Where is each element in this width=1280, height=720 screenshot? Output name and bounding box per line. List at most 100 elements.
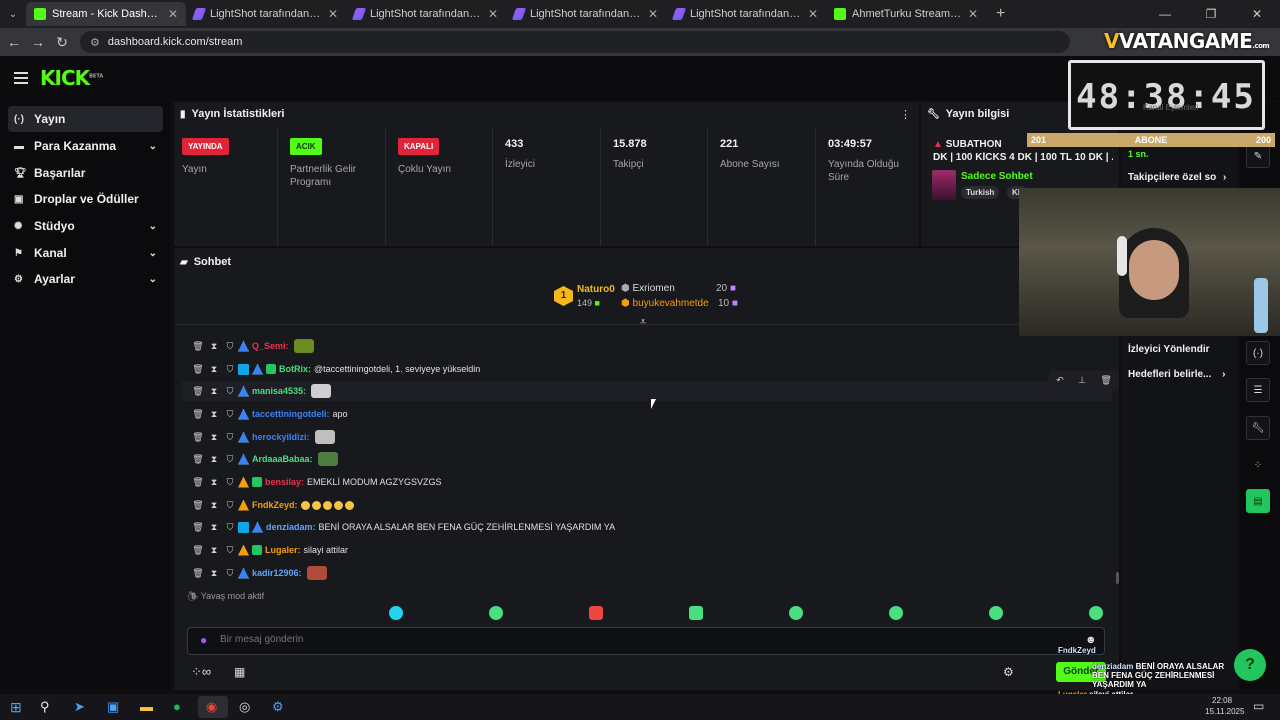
chat-message-row[interactable]: 🗑︎ ⧗ ⛉ denziadam: BENİ ORAYA ALSALAR BEN FEN…	[190, 517, 615, 537]
folder-icon[interactable]: ▬	[140, 699, 153, 714]
timeout-icon[interactable]: ⧗	[206, 454, 222, 465]
reload-icon[interactable]: ↻	[50, 34, 74, 51]
chat-message-row[interactable]: 🗑︎ ⧗ ⛉ ArdaaaBabaa:	[190, 449, 338, 469]
layout-icon[interactable]: ☰	[1246, 378, 1270, 402]
chat-scrollbar[interactable]	[1116, 572, 1119, 584]
store-icon[interactable]: ▦	[234, 665, 245, 679]
ban-icon[interactable]: ⛉	[222, 386, 238, 397]
delete-message-icon[interactable]: 🗑︎	[190, 454, 206, 465]
timeout-icon[interactable]: ⧗	[206, 364, 222, 375]
sidebar-item-kanal[interactable]: ⚑ Kanal ⌄	[8, 240, 163, 266]
forward-icon[interactable]: →	[26, 34, 50, 50]
viewer-redirect-action[interactable]: İzleyici Yönlendir	[1128, 344, 1210, 355]
emote-icon[interactable]	[689, 606, 703, 620]
timeout-icon[interactable]: ⧗	[206, 432, 222, 443]
tab-lightshot-2[interactable]: LightShot tarafından Ekran Gör✕	[346, 2, 506, 26]
delete-message-icon[interactable]: 🗑︎	[190, 386, 206, 397]
ban-icon[interactable]: ⛉	[222, 522, 238, 533]
chat-input[interactable]	[220, 634, 1020, 645]
delete-message-icon[interactable]: 🗑︎	[190, 477, 206, 488]
sidebar-item-ayarlar[interactable]: ⚙ Ayarlar ⌄	[8, 266, 163, 292]
obs-icon[interactable]: ◎	[239, 699, 250, 715]
site-info-icon[interactable]: ⚙	[90, 36, 100, 49]
menu-icon[interactable]	[14, 72, 28, 87]
close-icon[interactable]: ✕	[488, 7, 498, 21]
telegram-icon[interactable]: ➤	[74, 699, 85, 715]
chat-message-row[interactable]: 🗑︎ ⧗ ⛉ bensilay: EMEKLİ MODUM AGZYGSVZGS	[190, 472, 442, 492]
infinity-icon[interactable]: ⁘∞	[191, 664, 211, 680]
windows-start-icon[interactable]: ⊞	[10, 699, 22, 716]
set-goals-action[interactable]: Hedefleri belirle... ›	[1128, 369, 1226, 380]
delete-message-icon[interactable]: 🗑︎	[190, 432, 206, 443]
tool-icon[interactable]: 🔧︎	[1246, 416, 1270, 440]
expand-leaderboard-icon[interactable]: ⩡	[640, 316, 646, 329]
chat-username[interactable]: Q_Semi:	[252, 341, 289, 351]
sidebar-item-yayin[interactable]: (·) Yayın	[8, 106, 163, 132]
close-icon[interactable]: ✕	[328, 7, 338, 21]
tab-search-icon[interactable]: ⌄	[0, 3, 26, 25]
ban-icon[interactable]: ⛉	[222, 432, 238, 443]
tab-kick-dashboard[interactable]: Stream - Kick Dashboard✕	[26, 2, 186, 26]
ban-icon[interactable]: ⛉	[222, 409, 238, 420]
sidebar-item-para-kazanma[interactable]: ▬ Para Kazanma ⌄	[8, 133, 163, 159]
ban-icon[interactable]: ⛉	[222, 477, 238, 488]
emote-icon[interactable]	[889, 606, 903, 620]
chat-username[interactable]: bensilay:	[265, 477, 304, 487]
dots-icon[interactable]: ⁘	[1246, 453, 1270, 477]
new-tab-button[interactable]: +	[996, 5, 1005, 23]
emote-icon[interactable]	[1089, 606, 1103, 620]
chat-username[interactable]: ArdaaaBabaa:	[252, 454, 313, 464]
sidebar-item-studyo[interactable]: ✺ Stüdyo ⌄	[8, 213, 163, 239]
delete-message-icon[interactable]: 🗑︎	[190, 500, 206, 511]
chat-message-row[interactable]: 🗑︎ ⧗ ⛉ Lugaler: silayi attilar	[190, 540, 348, 560]
timeout-icon[interactable]: ⧗	[206, 568, 222, 579]
clock-time[interactable]: 22:08	[1212, 696, 1232, 705]
more-options-icon[interactable]: ⋮	[900, 108, 911, 121]
tab-ahmetturku-stream[interactable]: AhmetTurku Stream - Watch Li✕	[826, 2, 986, 26]
timeout-icon[interactable]: ⧗	[206, 341, 222, 352]
chat-username[interactable]: Lugaler:	[265, 545, 301, 555]
chat-username[interactable]: manisa4535:	[252, 386, 306, 396]
timeout-icon[interactable]: ⧗	[206, 477, 222, 488]
chat-settings-icon[interactable]: ⚙	[1003, 665, 1014, 679]
close-icon[interactable]: ✕	[648, 7, 658, 21]
chat-username[interactable]: denziadam:	[266, 522, 316, 532]
ban-icon[interactable]: ⛉	[222, 364, 238, 375]
timeout-icon[interactable]: ⧗	[206, 522, 222, 533]
emote-icon[interactable]	[789, 606, 803, 620]
delete-message-icon[interactable]: 🗑︎	[190, 545, 206, 556]
store-app-icon[interactable]: ▣	[107, 699, 119, 715]
ban-icon[interactable]: ⛉	[222, 568, 238, 579]
timeout-icon[interactable]: ⧗	[206, 545, 222, 556]
search-icon[interactable]: ⚲	[40, 699, 50, 715]
emote-icon[interactable]	[989, 606, 1003, 620]
restore-icon[interactable]: ❐	[1188, 0, 1234, 28]
minimize-icon[interactable]: —	[1142, 0, 1188, 28]
chat-message-row[interactable]: 🗑︎ ⧗ ⛉ BotRix: @taccettiningotdeli, 1. seviy…	[190, 359, 480, 379]
delete-message-icon[interactable]: 🗑︎	[190, 568, 206, 579]
broadcast-icon[interactable]: (·)	[1246, 341, 1270, 365]
chat-username[interactable]: FndkZeyd:	[252, 500, 298, 510]
close-icon[interactable]: ✕	[168, 7, 178, 21]
sidebar-item-basarilar[interactable]: 🏆︎ Başarılar	[8, 160, 163, 186]
edit-icon[interactable]: ✎	[1246, 144, 1270, 168]
microphone-icon[interactable]: ●	[200, 633, 207, 647]
delete-message-icon[interactable]: 🗑︎	[190, 409, 206, 420]
chat-message-row[interactable]: 🗑︎ ⧗ ⛉ manisa4535:	[182, 381, 1112, 401]
emote-icon[interactable]	[589, 606, 603, 620]
sidebar-item-droplar[interactable]: ▣ Droplar ve Ödüller	[8, 186, 163, 212]
delete-message-icon[interactable]: 🗑︎	[190, 364, 206, 375]
pin-icon[interactable]: ⊥	[1078, 375, 1086, 386]
back-icon[interactable]: ←	[2, 34, 26, 50]
tab-lightshot-4[interactable]: LightShot tarafından Ekran Gör✕	[666, 2, 826, 26]
chat-message-row[interactable]: 🗑︎ ⧗ ⛉ Q_Semi:	[190, 336, 314, 356]
leaderboard-top-name[interactable]: Naturo0	[577, 284, 615, 295]
steam-icon[interactable]: ⚙	[272, 699, 284, 715]
notifications-icon[interactable]: ▭	[1253, 699, 1264, 713]
follower-only-toggle[interactable]: Takipçilere özel so ›	[1128, 172, 1226, 183]
ban-icon[interactable]: ⛉	[222, 341, 238, 352]
tab-lightshot-1[interactable]: LightShot tarafından Ekran Gör✕	[186, 2, 346, 26]
delete-message-icon[interactable]: 🗑︎	[190, 522, 206, 533]
trash-icon[interactable]: 🗑︎	[1100, 375, 1111, 386]
emote-icon[interactable]	[489, 606, 503, 620]
